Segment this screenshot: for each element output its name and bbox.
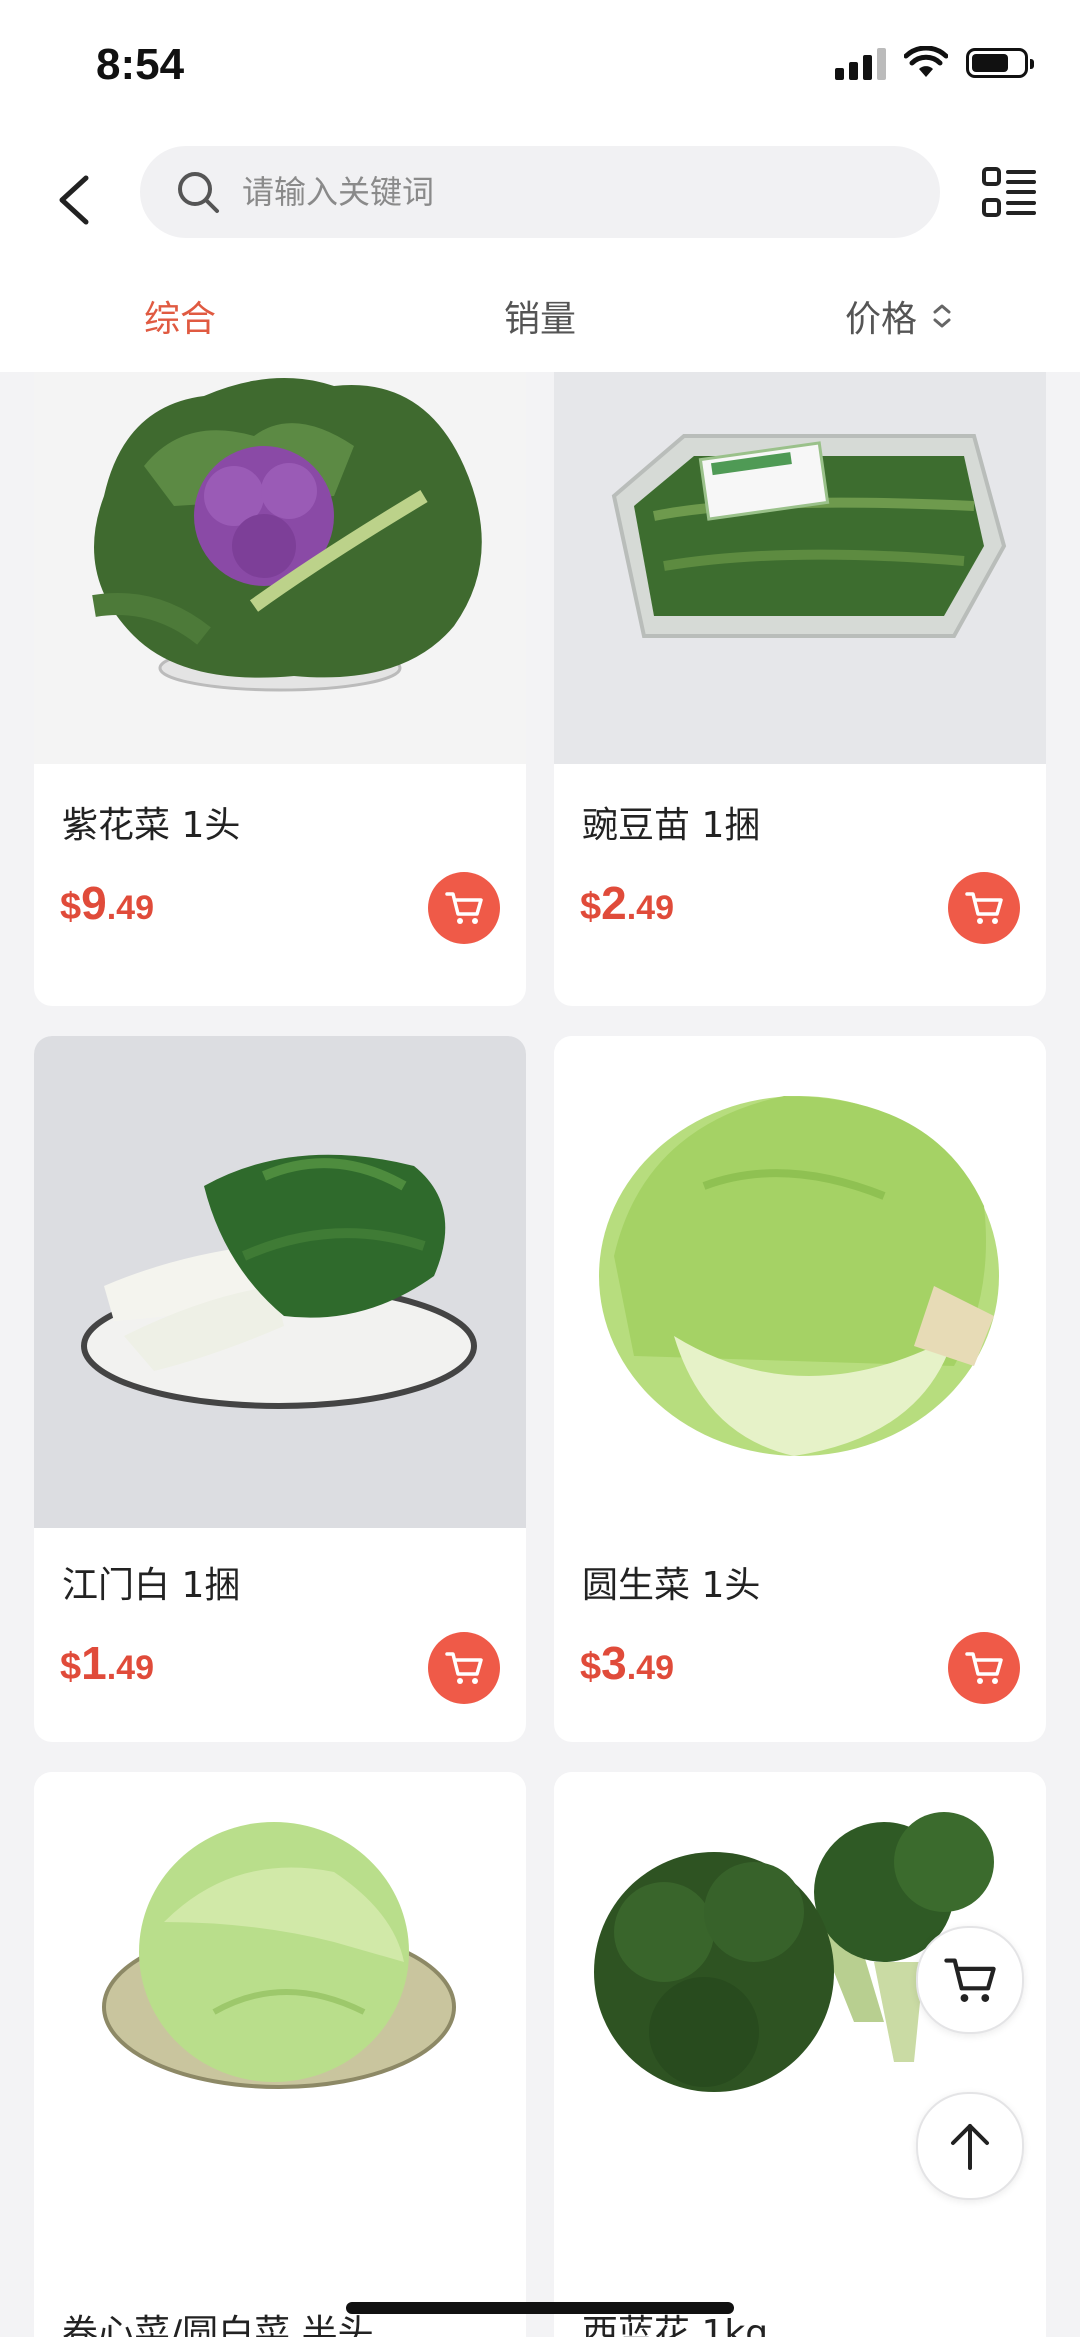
home-indicator [346, 2302, 734, 2314]
tab-comprehensive[interactable]: 综合 [0, 260, 360, 372]
product-card[interactable]: 卷心菜/圆白菜 半头 [34, 1772, 526, 2337]
sort-icon [933, 304, 951, 328]
product-name: 卷心菜/圆白菜 半头 [62, 2313, 374, 2337]
cart-icon [965, 1652, 1003, 1684]
signal-icon [835, 46, 886, 80]
status-icons [835, 46, 1034, 80]
scroll-top-icon [951, 2124, 989, 2170]
back-arrow-icon[interactable] [44, 160, 114, 240]
tab-label: 价格 [844, 299, 917, 340]
status-time: 8:54 [96, 40, 185, 89]
bok-choy-image [34, 1036, 526, 1528]
product-name: 豌豆苗 1捆 [582, 805, 761, 846]
add-to-cart-button[interactable] [948, 1632, 1020, 1704]
product-name: 圆生菜 1头 [582, 1565, 761, 1606]
search-input[interactable] [240, 172, 884, 212]
add-to-cart-button[interactable] [948, 872, 1020, 944]
product-price: $3.49 [580, 1637, 674, 1689]
search-icon [178, 172, 219, 213]
product-card[interactable]: 豌豆苗 1捆 $2.49 [554, 372, 1046, 1006]
product-grid: 紫花菜 1头 $9.49 豌豆苗 1捆 $2.49 江门白 1捆 $1.49 圆… [0, 372, 1080, 2337]
tab-label: 销量 [503, 299, 576, 340]
product-name: 江门白 1捆 [62, 1565, 241, 1606]
wifi-icon [904, 46, 948, 77]
floating-cart-button[interactable] [916, 1926, 1024, 2034]
product-card[interactable]: 紫花菜 1头 $9.49 [34, 372, 526, 1006]
tab-price[interactable]: 价格 [720, 260, 1080, 372]
cabbage-image [34, 1772, 526, 2264]
status-bar: 8:54 [0, 0, 1080, 140]
search-bar[interactable] [140, 146, 940, 238]
tab-sales[interactable]: 销量 [360, 260, 720, 372]
product-name: 紫花菜 1头 [62, 805, 241, 846]
tab-label: 综合 [143, 299, 216, 340]
product-price: $1.49 [60, 1637, 154, 1689]
product-price: $2.49 [580, 877, 674, 929]
cart-icon [944, 1958, 996, 2002]
header [0, 140, 1080, 260]
purple-cauliflower-image [34, 372, 526, 764]
cart-icon [445, 892, 483, 924]
sort-tabs: 综合 销量 价格 [0, 260, 1080, 372]
add-to-cart-button[interactable] [428, 1632, 500, 1704]
product-price: $9.49 [60, 877, 154, 929]
add-to-cart-button[interactable] [428, 872, 500, 944]
battery-icon [966, 48, 1034, 78]
iceberg-lettuce-image [554, 1036, 1046, 1528]
scroll-to-top-button[interactable] [916, 2092, 1024, 2200]
list-layout-icon[interactable] [980, 164, 1038, 222]
product-card[interactable]: 圆生菜 1头 $3.49 [554, 1036, 1046, 1742]
cart-icon [965, 892, 1003, 924]
cart-icon [445, 1652, 483, 1684]
product-card[interactable]: 西蓝花 1kg [554, 1772, 1046, 2337]
pea-shoots-image [554, 372, 1046, 764]
product-card[interactable]: 江门白 1捆 $1.49 [34, 1036, 526, 1742]
